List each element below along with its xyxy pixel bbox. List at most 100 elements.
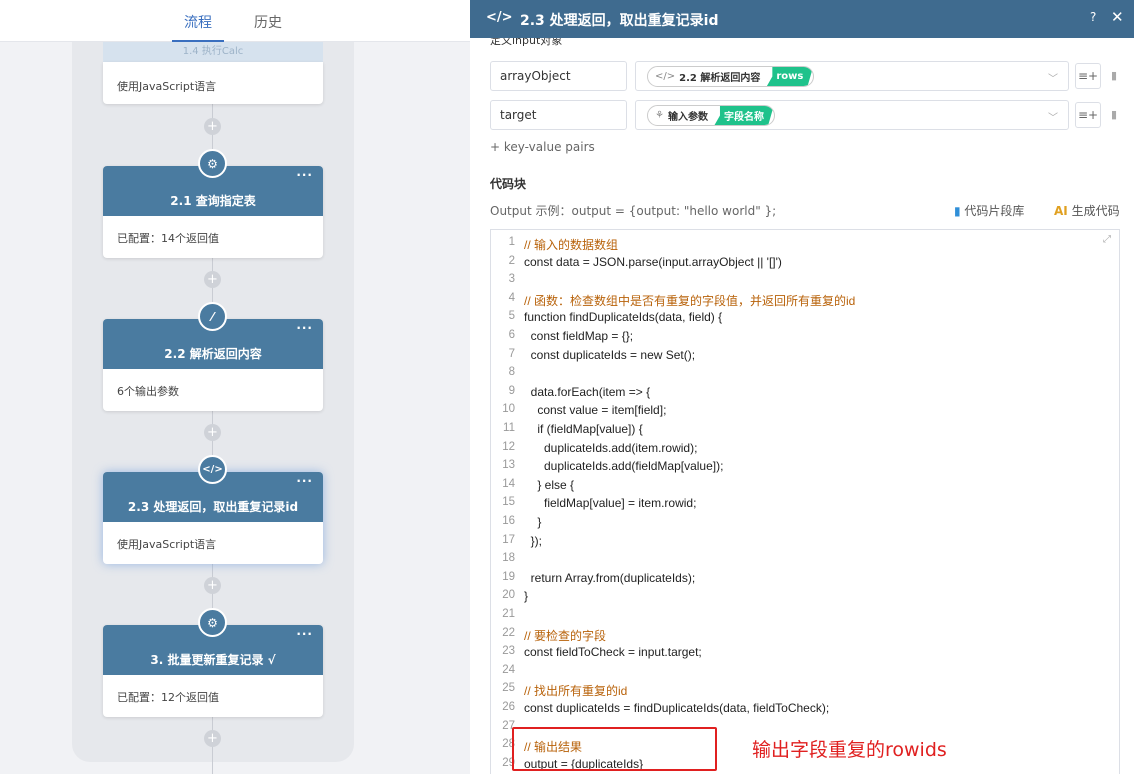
panel-header: </> 2.3 处理返回，取出重复记录id ? ✕ [470,0,1134,38]
code-line: const duplicateIds = new Set(); [524,347,696,362]
node-body: 6个输出参数 [117,385,179,398]
more-icon[interactable]: ··· [296,168,313,182]
line-number: 21 [502,608,515,620]
line-number: 7 [508,347,515,360]
node-card-2-2[interactable]: ··· 2.2 解析返回内容 6个输出参数 [103,319,323,411]
line-number: 23 [502,645,515,658]
line-number: 8 [508,366,515,379]
annotation-box [512,727,717,771]
code-line: if (fieldMap[value]) { [524,422,643,436]
code-line: // 找出所有重复的id [524,684,628,699]
code-editor[interactable]: ⤢ 1 // 输入的数据数组 2 const data = JSON.parse(in… [490,229,1120,774]
node-card-2-1[interactable]: ··· 2.1 查询指定表 已配置：14个返回值 [103,166,323,258]
kv-key-input[interactable]: target [490,100,627,130]
node-title: 2.1 查询指定表 [170,194,256,208]
snippet-library-button[interactable]: ▮ 代码片段库 [954,202,1024,219]
code-line: const fieldToCheck = input.target; [524,645,702,660]
help-icon[interactable]: ? [1090,10,1096,24]
add-variable-button[interactable]: ≡+ [1075,63,1101,89]
expand-icon[interactable]: ⤢ [1103,234,1111,245]
generate-code-label: 生成代码 [1071,204,1120,218]
delete-icon[interactable]: ▮ [1111,108,1117,121]
more-icon[interactable]: ··· [296,321,313,335]
more-icon[interactable]: ··· [296,627,313,641]
line-number: 4 [508,291,515,304]
node-title: 2.2 解析返回内容 [164,347,262,361]
code-line: function findDuplicateIds(data, field) { [524,310,723,325]
kv-value-select[interactable]: ⚘ 输入参数 字段名称 ﹀ [635,100,1069,130]
line-number: 22 [502,626,515,639]
tab-bar: 流程 历史 [0,0,470,42]
user-input-icon: ⚘ [655,110,664,121]
code-icon: </> [655,71,676,82]
file-icon: ▮ [954,204,965,218]
code-line: fieldMap[value] = item.rowid; [524,496,697,511]
code-line: const fieldMap = {}; [524,329,634,343]
code-line: } [524,589,529,604]
line-number: 10 [502,403,515,416]
node-card-2-3[interactable]: ··· 2.3 处理返回，取出重复记录id 使用JavaScript语言 [103,472,323,564]
add-node-button[interactable]: + [204,730,221,747]
node-card-3[interactable]: ··· 3. 批量更新重复记录 √ 已配置：12个返回值 [103,625,323,717]
node-body: 已配置：14个返回值 [117,232,219,245]
line-number: 25 [502,682,515,695]
code-line: return Array.from(duplicateIds); [524,570,696,585]
webhook-icon: ⚙ [198,149,227,178]
code-block-title: 代码块 [490,177,527,191]
code-line: // 函数：检查数组中是否有重复的字段值，并返回所有重复的id [524,293,856,308]
output-example: Output 示例：output = {output: "hello world… [490,204,777,218]
tab-flow[interactable]: 流程 [184,12,212,32]
node-config-panel: </> 2.3 处理返回，取出重复记录id ? ✕ 定义input对象 arra… [470,0,1134,774]
code-line: duplicateIds.add(item.rowid); [524,440,698,455]
chip-source: 输入参数 [667,112,708,123]
node-body: 已配置：12个返回值 [117,691,219,704]
line-number: 24 [502,663,515,676]
chip-field: rows [766,66,813,87]
snippet-library-label: 代码片段库 [964,204,1025,218]
code-icon: </> [486,10,513,25]
line-number: 15 [502,496,515,509]
variable-chip: ⚘ 输入参数 字段名称 [647,105,775,126]
code-line: } else { [524,477,575,492]
line-number: 26 [502,701,515,713]
add-kv-pairs-link[interactable]: + key-value pairs [490,140,595,154]
close-icon[interactable]: ✕ [1111,8,1124,26]
line-number: 11 [503,422,515,434]
add-node-button[interactable]: + [204,424,221,441]
variable-chip: </> 2.2 解析返回内容 rows [647,66,815,87]
chevron-down-icon[interactable]: ﹀ [1048,70,1058,85]
add-node-button[interactable]: + [204,118,221,135]
kv-key-input[interactable]: arrayObject [490,61,627,91]
line-number: 17 [502,533,515,546]
code-line: data.forEach(item => { [524,384,651,399]
code-line: // 输入的数据数组 [524,238,619,252]
line-number: 18 [502,552,515,565]
generate-code-button[interactable]: AI 生成代码 [1054,202,1120,219]
line-number: 20 [502,589,515,602]
kv-value-select[interactable]: </> 2.2 解析返回内容 rows ﹀ [635,61,1069,91]
chip-source: 2.2 解析返回内容 [679,73,761,84]
code-icon: ⁄ [198,302,227,331]
webhook-icon: ⚙ [198,608,227,637]
add-variable-button[interactable]: ≡+ [1075,102,1101,128]
delete-icon[interactable]: ▮ [1111,69,1117,82]
line-number: 13 [502,459,515,472]
annotation-text: 输出字段重复的rowids [752,739,947,761]
add-node-button[interactable]: + [204,577,221,594]
tab-history[interactable]: 历史 [254,12,282,32]
code-line: const value = item[field]; [524,403,667,418]
code-line: // 要检查的字段 [524,628,607,643]
more-icon[interactable]: ··· [296,474,313,488]
line-number: 16 [502,515,515,527]
chevron-down-icon[interactable]: ﹀ [1048,109,1058,124]
node-card-body[interactable]: 使用JavaScript语言 [103,62,323,104]
chip-field: 字段名称 [714,105,774,126]
add-node-button[interactable]: + [204,271,221,288]
line-number: 9 [508,384,515,397]
line-number: 19 [502,570,515,583]
panel-title: 2.3 处理返回，取出重复记录id [520,13,719,29]
line-number: 12 [502,440,515,453]
code-line: const data = JSON.parse(input.arrayObjec… [524,254,782,269]
line-number: 2 [508,254,515,267]
code-line: }); [524,533,543,548]
